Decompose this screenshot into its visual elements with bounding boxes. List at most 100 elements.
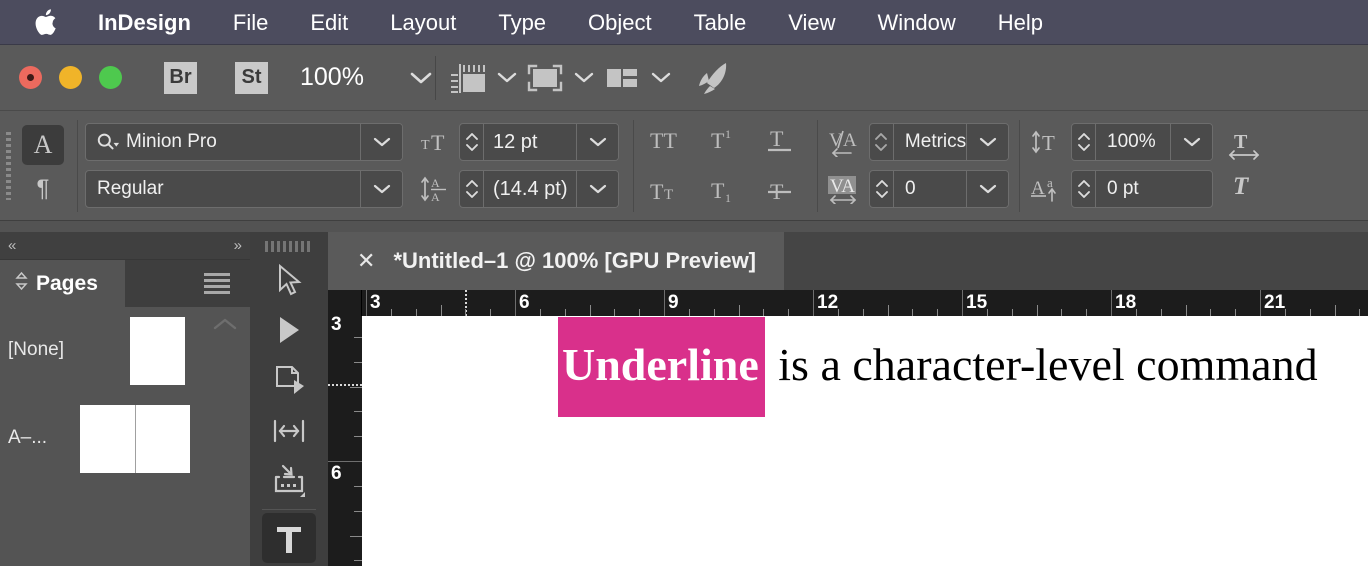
svg-text:T: T [431,130,445,155]
leading-stepper[interactable] [460,171,484,207]
highlighted-word[interactable]: Underline [558,317,765,417]
baseline-shift-stepper[interactable] [1072,171,1096,207]
diamond-expander-icon[interactable] [14,271,29,296]
selection-tool[interactable] [262,256,316,306]
font-size-chevron-down-icon[interactable] [576,124,618,160]
font-family-combo[interactable]: Minion Pro [85,123,403,161]
document-tab[interactable]: ✕ *Untitled–1 @ 100% [GPU Preview] [328,232,785,290]
subscript-button[interactable]: T1 [697,170,753,212]
kerning-chevron-down-icon[interactable] [966,124,1008,160]
horizontal-scale-icon[interactable]: T [1223,131,1267,161]
leading-combo[interactable]: (14.4 pt) [459,170,619,208]
font-size-combo[interactable]: 12 pt [459,123,619,161]
panel-grip[interactable] [0,111,16,220]
view-options-icon[interactable] [523,56,567,100]
panel-tab-empty-area [126,260,250,307]
master-page-thumbnail[interactable] [130,317,185,385]
apple-logo-icon[interactable] [30,3,64,41]
body-text[interactable]: is a character-level command [767,339,1317,390]
arrange-documents-icon[interactable] [600,56,644,100]
menu-window[interactable]: Window [857,0,977,45]
vertical-scale-combo[interactable]: 100% [1071,123,1213,161]
indesign-window: InDesign File Edit Layout Type Object Ta… [0,0,1368,566]
ruler-minor-tick [1160,309,1162,316]
kerning-icon: V A [825,127,869,157]
vertical-ruler[interactable]: 369 [328,316,362,566]
tool-grip-icon[interactable] [263,236,315,256]
kerning-combo[interactable]: Metrics [869,123,1009,161]
gap-tool[interactable] [262,406,316,456]
close-tab-icon[interactable]: ✕ [357,248,375,274]
menu-table[interactable]: Table [673,0,768,45]
collapse-right-icon[interactable]: » [234,237,242,254]
type-tool[interactable] [262,513,316,563]
screen-mode-icon[interactable] [446,56,490,100]
panel-divider [77,119,78,212]
font-style-combo[interactable]: Regular [85,170,403,208]
spread-page-left[interactable] [80,405,135,473]
document-canvas[interactable]: Underline is a character-level command [362,316,1368,566]
minimize-window-button[interactable] [59,66,82,89]
chevron-down-icon[interactable] [409,71,433,85]
zoom-level-control[interactable]: 100% [300,63,433,92]
vertical-scale-chevron-down-icon[interactable] [1170,124,1212,160]
font-style-chevron-down-icon[interactable] [360,171,402,207]
baseline-shift-combo[interactable]: 0 pt [1071,170,1213,208]
spread-page-right[interactable] [135,405,190,473]
italic-skew-icon[interactable]: T [1223,170,1267,200]
kerning-stepper[interactable] [870,124,894,160]
screen-mode-chevron-down-icon[interactable] [490,56,523,100]
document-text-frame[interactable]: Underline is a character-level command [558,317,1318,417]
canvas-row: 369 Underline is a character-level comma… [328,316,1368,566]
tracking-chevron-down-icon[interactable] [966,171,1008,207]
svg-text:A: A [431,176,440,190]
character-formatting-button[interactable]: A [22,124,64,165]
small-caps-button[interactable]: TT [641,170,697,212]
panel-menu-icon[interactable] [204,273,230,294]
all-caps-button[interactable]: TT [641,119,697,161]
content-collector-tool[interactable] [262,456,316,506]
master-row-a[interactable]: A–... [0,405,250,481]
menu-type[interactable]: Type [477,0,567,45]
scale-skew-icons: T T [1223,131,1267,200]
stock-button[interactable]: St [235,61,268,94]
arrange-documents-chevron-down-icon[interactable] [644,56,677,100]
horizontal-ruler[interactable]: 3 6 9 12 15 18 21 [362,290,1368,316]
menu-edit[interactable]: Edit [289,0,369,45]
ruler-corner[interactable] [328,290,362,316]
font-family-chevron-down-icon[interactable] [360,124,402,160]
master-row-none[interactable]: [None] [0,317,250,393]
zoom-window-button[interactable] [99,66,122,89]
vertical-scale-stepper[interactable] [1072,124,1096,160]
superscript-button[interactable]: T1 [697,119,753,161]
menu-layout[interactable]: Layout [369,0,477,45]
rocket-icon[interactable] [691,56,735,100]
view-options-chevron-down-icon[interactable] [567,56,600,100]
menu-object[interactable]: Object [567,0,673,45]
underline-button[interactable]: T [753,119,809,161]
ruler-label: 9 [668,292,679,313]
close-window-button[interactable] [19,66,42,89]
control-panel: A ¶ Minion Pro Regular T T 12 pt A A (14… [0,111,1368,221]
panel-tab-strip: Pages [0,260,250,307]
bridge-button[interactable]: Br [164,61,197,94]
menu-view[interactable]: View [767,0,856,45]
font-search-icon [86,132,120,152]
svg-text:T: T [650,179,664,204]
tracking-stepper[interactable] [870,171,894,207]
font-size-stepper[interactable] [460,124,484,160]
paragraph-formatting-button[interactable]: ¶ [22,171,64,207]
tab-pages[interactable]: Pages [0,260,126,307]
collapse-left-icon[interactable]: « [8,237,16,254]
svg-text:T: T [1233,173,1250,200]
menu-indesign[interactable]: InDesign [92,0,212,45]
strikethrough-button[interactable]: T [753,170,809,212]
direct-selection-tool[interactable] [262,306,316,356]
document-tab-title: *Untitled–1 @ 100% [GPU Preview] [393,248,757,273]
page-tool[interactable] [262,356,316,406]
menu-file[interactable]: File [212,0,289,45]
tracking-combo[interactable]: 0 [869,170,1009,208]
master-spread-thumbnail[interactable] [80,405,190,473]
leading-chevron-down-icon[interactable] [576,171,618,207]
menu-help[interactable]: Help [977,0,1064,45]
